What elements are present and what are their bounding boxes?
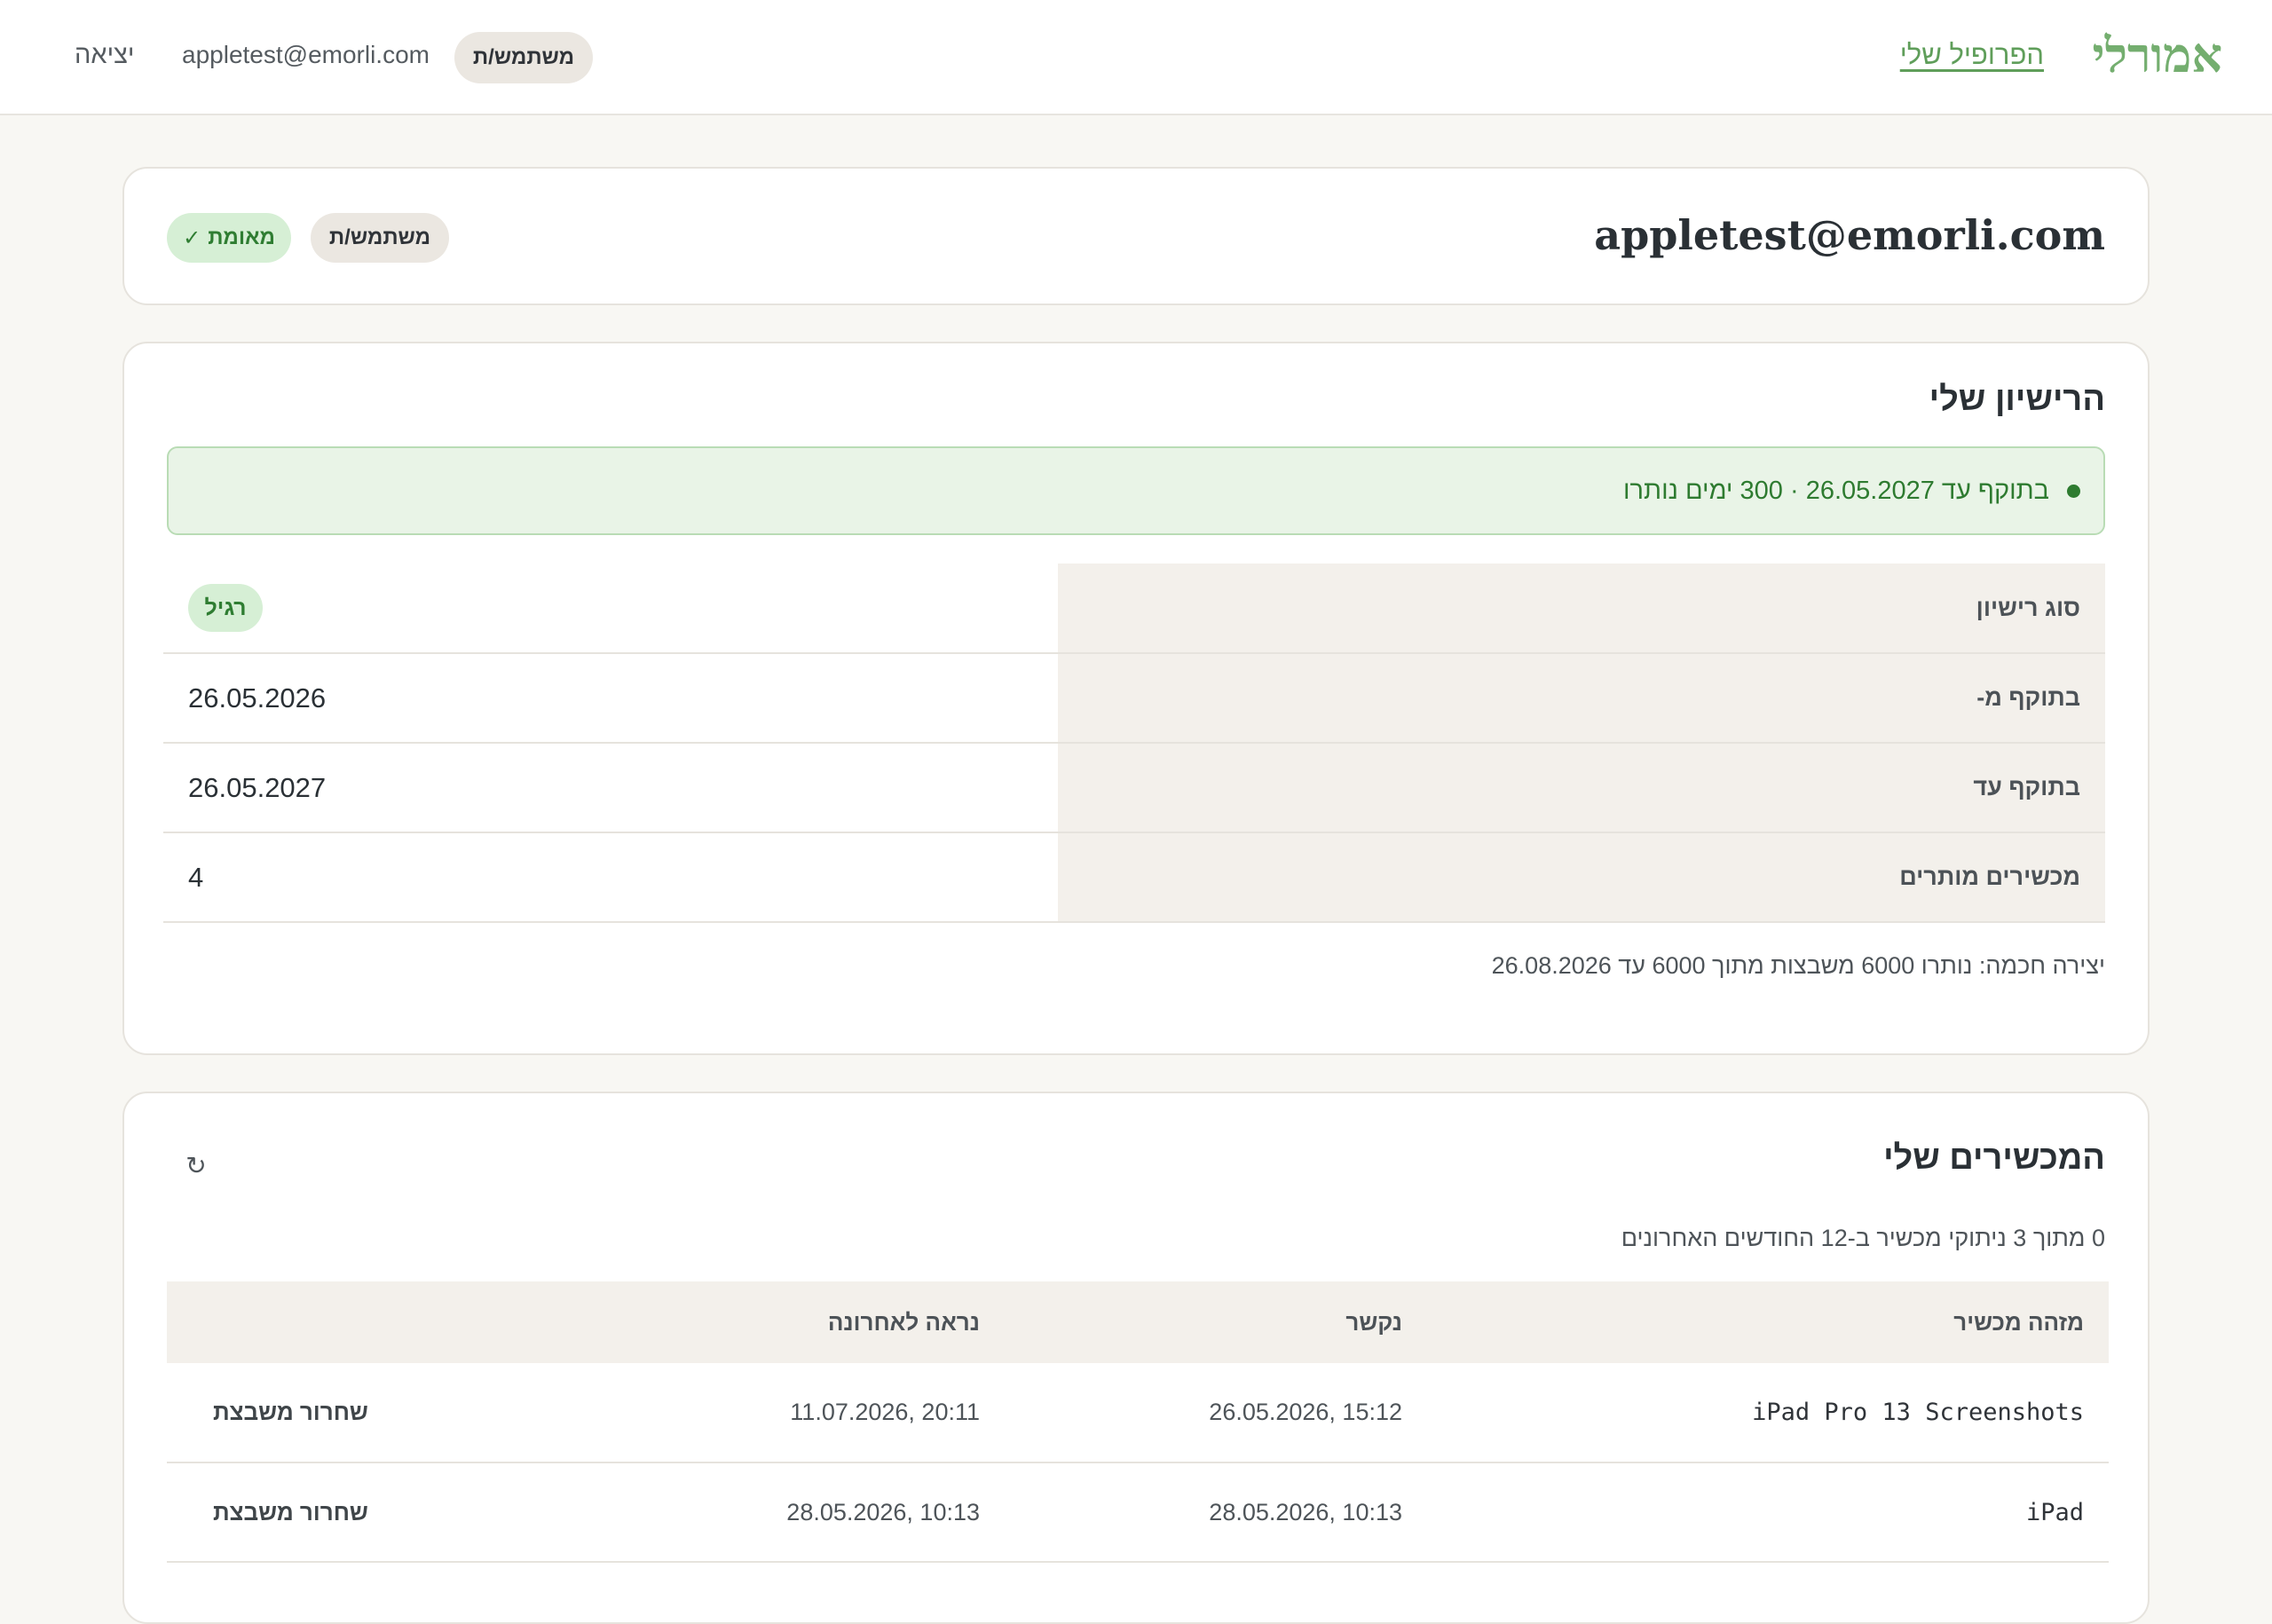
check-icon: ✓: [183, 225, 201, 250]
table-row: iPad 28.05.2026, 10:13 28.05.2026, 10:13…: [167, 1462, 2109, 1563]
license-type-label: סוג רישיון: [1058, 564, 2105, 654]
role-badge: משתמש/ת: [311, 213, 449, 263]
smart-generation-quota: יצירה חכמה: נותרו 6000 משבצות מתוך 6000 …: [1491, 952, 2105, 979]
refresh-icon[interactable]: ↻: [181, 1150, 211, 1180]
license-section-title: הרישיון שלי: [1929, 381, 2105, 418]
device-last-seen-cell: 11.07.2026, 20:11: [584, 1363, 1005, 1463]
license-status-text: בתוקף עד 26.05.2027 · 300 ימים נותרו: [1623, 476, 2049, 505]
column-header-last-seen: נראה לאחרונה: [584, 1281, 1005, 1363]
account-email: appletest@emorli.com: [1594, 211, 2105, 259]
device-linked-cell: 26.05.2026, 15:12: [1005, 1363, 1427, 1463]
valid-until-value: 26.05.2027: [163, 743, 1058, 833]
column-header-actions: [167, 1281, 584, 1363]
my-profile-link[interactable]: הפרופיל שלי: [1900, 39, 2044, 71]
release-slot-button[interactable]: שחרור משבצת: [197, 1492, 384, 1533]
devices-table: מזהה מכשיר נקשר נראה לאחרונה iPad Pro 13…: [167, 1281, 2109, 1563]
allowed-devices-label: מכשירים מותרים: [1058, 832, 2105, 923]
release-slot-button[interactable]: שחרור משבצת: [197, 1391, 384, 1433]
table-row: iPad Pro 13 Screenshots 26.05.2026, 15:1…: [167, 1363, 2109, 1463]
allowed-devices-value: 4: [163, 832, 1058, 923]
valid-from-value: 26.05.2026: [163, 653, 1058, 744]
top-navigation-bar: אמורלי הפרופיל שלי משתמש/ת appletest@emo…: [0, 0, 2272, 115]
device-disconnects-note: 0 מתוך 3 ניתוקי מכשיר ב-12 החודשים האחרו…: [1621, 1225, 2105, 1251]
license-type-badge: רגיל: [188, 584, 263, 632]
brand-logo[interactable]: אמורלי: [2093, 27, 2222, 83]
device-id-cell: iPad: [1427, 1462, 2109, 1563]
table-header-row: מזהה מכשיר נקשר נראה לאחרונה: [167, 1281, 2109, 1363]
column-header-device-id: מזהה מכשיר: [1427, 1281, 2109, 1363]
verified-label: מאומת: [208, 225, 275, 249]
devices-card: המכשירים שלי ↻ 0 מתוך 3 ניתוקי מכשיר ב-1…: [122, 1092, 2150, 1624]
status-dot-icon: [2067, 484, 2080, 498]
license-status-banner: בתוקף עד 26.05.2027 · 300 ימים נותרו: [167, 446, 2105, 535]
user-email: appletest@emorli.com: [182, 41, 430, 68]
device-last-seen-cell: 28.05.2026, 10:13: [584, 1462, 1005, 1563]
license-card: הרישיון שלי בתוקף עד 26.05.2027 · 300 ימ…: [122, 342, 2150, 1055]
verified-badge: מאומת ✓: [167, 213, 291, 263]
table-row: בתוקף עד 26.05.2027: [163, 743, 2105, 833]
license-details-table: סוג רישיון רגיל בתוקף מ- 26.05.2026 בתוק…: [163, 564, 2105, 923]
table-row: בתוקף מ- 26.05.2026: [163, 653, 2105, 744]
table-row: מכשירים מותרים 4: [163, 832, 2105, 923]
device-id-cell: iPad Pro 13 Screenshots: [1427, 1363, 2109, 1463]
table-row: סוג רישיון רגיל: [163, 564, 2105, 654]
valid-until-label: בתוקף עד: [1058, 743, 2105, 833]
valid-from-label: בתוקף מ-: [1058, 653, 2105, 744]
devices-section-title: המכשירים שלי: [1883, 1139, 2105, 1177]
account-card: appletest@emorli.com משתמש/ת מאומת ✓: [122, 167, 2150, 305]
device-linked-cell: 28.05.2026, 10:13: [1005, 1462, 1427, 1563]
column-header-linked: נקשר: [1005, 1281, 1427, 1363]
role-badge: משתמש/ת: [454, 32, 593, 83]
logout-button[interactable]: יציאה: [75, 41, 134, 70]
